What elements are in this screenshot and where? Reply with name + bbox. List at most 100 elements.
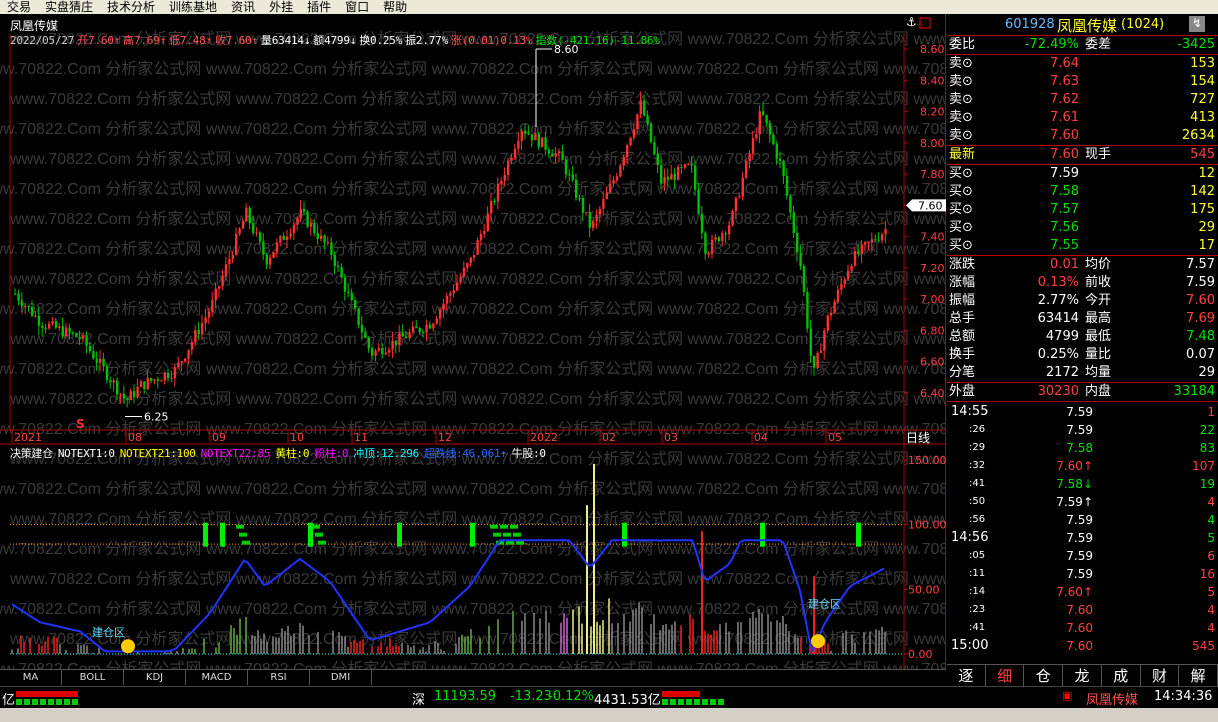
quote-tab-5[interactable]: 财 bbox=[1141, 665, 1180, 686]
stat-row-field-0: 换手 bbox=[949, 347, 976, 362]
ask-row-field-2: 153 bbox=[1190, 56, 1215, 71]
zone-label: 建仓区 bbox=[92, 625, 125, 639]
tick-row: :32 7.60↑ 107 bbox=[947, 457, 1218, 475]
stat-row-field-2: 最高 bbox=[1085, 311, 1112, 326]
menu-item-2[interactable]: 技术分析 bbox=[100, 0, 162, 14]
stat-row-field-1: 63414 bbox=[1037, 311, 1079, 326]
ask-row-field-1: 7.60 bbox=[1050, 128, 1079, 143]
weibi-row: 委比 -72.49% 委差 -3425 bbox=[947, 36, 1218, 54]
menu-bar: 交易 实盘猜庄 技术分析 训练基地 资讯 外挂 插件 窗口 帮助 bbox=[0, 0, 1218, 14]
tick-volume: 83 bbox=[1199, 441, 1215, 455]
anchor-icon[interactable]: ⚓ bbox=[906, 15, 917, 29]
menu-item-3[interactable]: 训练基地 bbox=[162, 0, 224, 14]
tick-volume: 5 bbox=[1207, 531, 1215, 545]
indicator-field-7: 超跌线:46.061↑ bbox=[423, 447, 507, 460]
tick-volume: 1 bbox=[1207, 405, 1215, 419]
bid-row-field-2: 17 bbox=[1198, 238, 1215, 253]
info-field-9: 涨(0.01)0.13% bbox=[451, 34, 533, 47]
menu-item-5[interactable]: 外挂 bbox=[262, 0, 300, 14]
quote-tab-1[interactable]: 细 bbox=[986, 665, 1025, 686]
date-tick-label: 2022 bbox=[530, 431, 558, 444]
period-label[interactable]: 日线 bbox=[906, 429, 930, 446]
tick-volume: 4 bbox=[1207, 513, 1215, 527]
stat-row-field-0: 振幅 bbox=[949, 293, 976, 308]
indicator-tab-boll[interactable]: BOLL bbox=[62, 670, 124, 685]
status-bars-left bbox=[16, 691, 78, 705]
tick-price: 7.60 bbox=[1066, 621, 1093, 635]
ask-row: 卖⊙ 7.60 2634 bbox=[947, 127, 1218, 145]
menu-item-7[interactable]: 窗口 bbox=[338, 0, 376, 14]
tick-price: 7.60 bbox=[1066, 603, 1093, 617]
watermark-text: www.70822.Com 分析家公式网 www.70822.Com 分析家公式… bbox=[0, 660, 946, 669]
quote-tab-0[interactable]: 逐 bbox=[947, 665, 986, 686]
tick-time: :11 bbox=[969, 568, 986, 579]
menu-item-8[interactable]: 帮助 bbox=[376, 0, 414, 14]
expand-icon[interactable] bbox=[919, 17, 931, 29]
date-tick-label: 05 bbox=[828, 431, 842, 444]
quote-tab-4[interactable]: 成 bbox=[1102, 665, 1141, 686]
tick-volume: 545 bbox=[1192, 639, 1215, 653]
indicator-tab-dmi[interactable]: DMI bbox=[310, 670, 372, 685]
watermark-text: www.70822.Com 分析家公式网 www.70822.Com 分析家公式… bbox=[0, 180, 946, 198]
price-tick-label: 8.00 bbox=[920, 137, 945, 150]
indicator-tab-rsi[interactable]: RSI bbox=[248, 670, 310, 685]
status-clock: 14:34:36 bbox=[1154, 689, 1213, 704]
weibi-row-field-1: -72.49% bbox=[1024, 37, 1079, 52]
indicator-tab-kdj[interactable]: KDJ bbox=[124, 670, 186, 685]
indicator-field-6: 冲顶:12.296 bbox=[353, 447, 419, 460]
info-field-7: 换0.25% bbox=[359, 34, 403, 47]
info-field-3: 低7.48↑ bbox=[169, 34, 212, 47]
smile-icon bbox=[811, 634, 825, 649]
svg-text:6.25: 6.25 bbox=[144, 410, 169, 423]
price-tick-label: 6.80 bbox=[920, 324, 945, 337]
chart-area[interactable]: www.70822.Com 分析家公式网 www.70822.Com 分析家公式… bbox=[0, 14, 946, 669]
stock-board: (1024) bbox=[1121, 17, 1165, 32]
bid-row-field-0: 买⊙ bbox=[949, 166, 973, 181]
tick-time: :56 bbox=[969, 514, 986, 525]
waipan-row-field-3: 33184 bbox=[1173, 384, 1215, 399]
ask-row-field-1: 7.61 bbox=[1050, 110, 1079, 125]
tick-volume: 107 bbox=[1192, 459, 1215, 473]
date-tick-label: 03 bbox=[664, 431, 678, 444]
status-index: 11193.59 bbox=[434, 689, 497, 704]
menu-item-4[interactable]: 资讯 bbox=[224, 0, 262, 14]
waipan-row-field-2: 内盘 bbox=[1085, 384, 1112, 399]
stat-row-field-3: 7.59 bbox=[1186, 275, 1215, 290]
tick-row: 15:00 7.60 545 bbox=[947, 637, 1218, 655]
info-field-8: 振2.77% bbox=[405, 34, 449, 47]
stock-name: 凤凰传媒 bbox=[1057, 17, 1118, 35]
weibi-row-field-2: 委差 bbox=[1085, 37, 1112, 52]
bid-row: 买⊙ 7.56 29 bbox=[947, 219, 1218, 237]
bid-row: 买⊙ 7.59 12 bbox=[947, 165, 1218, 183]
watermark-text: www.70822.Com 分析家公式网 www.70822.Com 分析家公式… bbox=[0, 120, 946, 138]
svg-text:7.60: 7.60 bbox=[918, 199, 943, 212]
status-bars-right bbox=[662, 691, 724, 705]
quote-tab-3[interactable]: 龙 bbox=[1063, 665, 1102, 686]
indicator-tab-ma[interactable]: MA bbox=[0, 670, 62, 685]
stat-row-field-3: 7.48 bbox=[1186, 329, 1215, 344]
stat-row-field-3: 29 bbox=[1198, 365, 1215, 380]
bid-row-field-2: 12 bbox=[1198, 166, 1215, 181]
quote-tab-6[interactable]: 解 bbox=[1179, 665, 1218, 686]
tick-row: :23 7.60 4 bbox=[947, 601, 1218, 619]
stat-row-field-0: 总额 bbox=[949, 329, 976, 344]
quote-tab-2[interactable]: 仓 bbox=[1024, 665, 1064, 686]
indicator-tab-macd[interactable]: MACD bbox=[186, 670, 248, 685]
status-bar: 亿 深 11193.59 -13.23 -0.12% 4431.53亿 ▣ 凤凰… bbox=[0, 686, 1218, 708]
menu-item-0[interactable]: 交易 bbox=[0, 0, 38, 14]
indicator-field-3: NOTEXT22:85 bbox=[200, 447, 271, 460]
menu-item-6[interactable]: 插件 bbox=[300, 0, 338, 14]
watermark-text: www.70822.Com 分析家公式网 www.70822.Com 分析家公式… bbox=[9, 150, 946, 168]
chart-canvas[interactable]: www.70822.Com 分析家公式网 www.70822.Com 分析家公式… bbox=[0, 14, 946, 669]
panel-toggle-icon[interactable]: ↯ bbox=[1189, 16, 1205, 32]
tick-time: :14 bbox=[969, 586, 986, 597]
status-stock-tag[interactable]: 凤凰传媒 bbox=[1086, 689, 1138, 708]
date-tick-label: 09 bbox=[212, 431, 226, 444]
watermark-text: www.70822.Com 分析家公式网 www.70822.Com 分析家公式… bbox=[9, 210, 946, 228]
menu-item-1[interactable]: 实盘猜庄 bbox=[38, 0, 100, 14]
watermark-text: www.70822.Com 分析家公式网 www.70822.Com 分析家公式… bbox=[0, 360, 946, 378]
bid-row-field-0: 买⊙ bbox=[949, 220, 973, 235]
indicator-field-4: 黄柱:0 bbox=[275, 447, 310, 460]
status-alarm-icon[interactable]: ▣ bbox=[1062, 689, 1072, 702]
tick-time: :26 bbox=[969, 424, 986, 435]
